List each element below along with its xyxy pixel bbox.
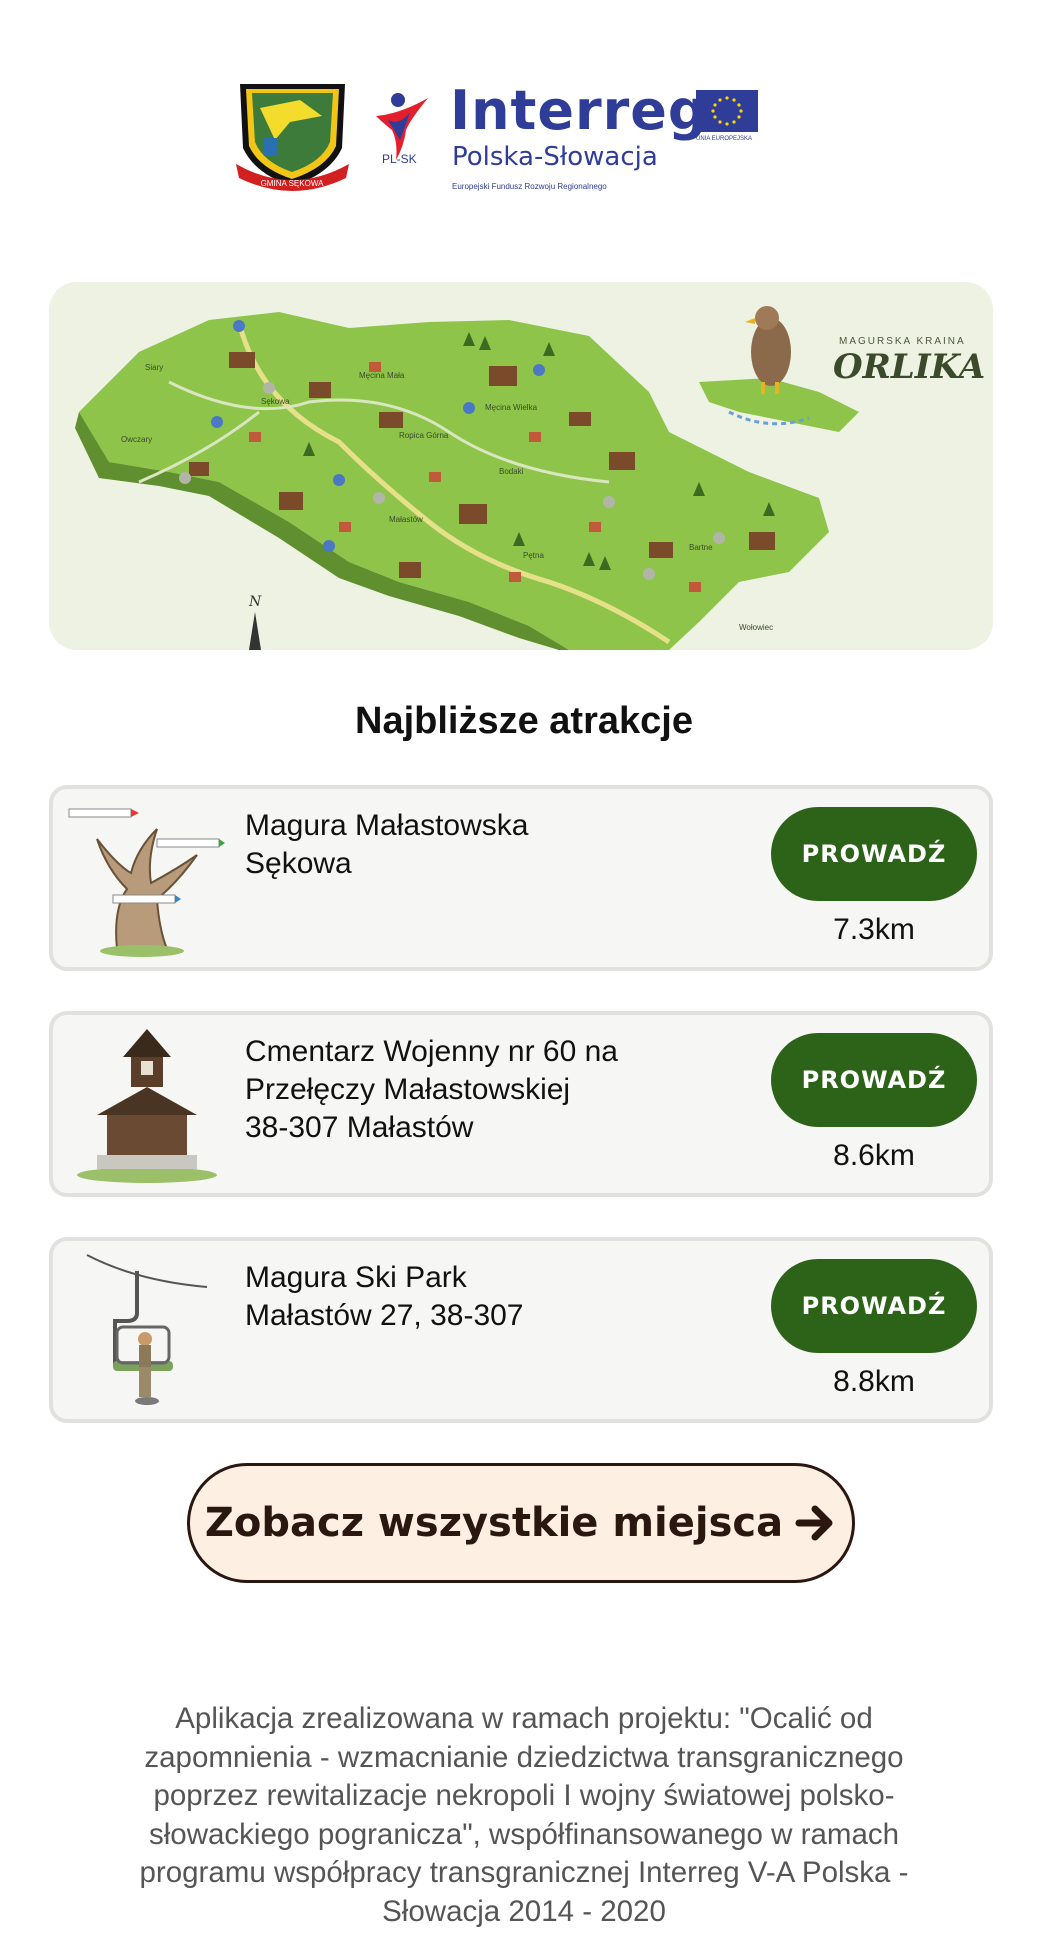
navigate-button[interactable]: PROWADŹ	[771, 1259, 977, 1353]
map-region-small: MAGURSKA KRAINA	[839, 336, 966, 347]
illustrated-map: Sękowa Męcina Mała Męcina Wielka Ropica …	[49, 282, 993, 650]
map-label-owczary: Owczary	[121, 435, 152, 444]
plsk-label: PL-SK	[382, 152, 417, 166]
chairlift-icon	[86, 1254, 208, 1405]
interreg-fund-text: Europejski Fundusz Rozwoju Regionalnego	[452, 182, 607, 191]
map-label-mecina-mala: Męcina Mała	[359, 371, 405, 380]
map-label-wolowiec: Wołowiec	[739, 623, 773, 632]
attraction-line: Magura Ski Park	[245, 1261, 467, 1294]
attraction-line: Przełęczy Małastowskiej	[245, 1073, 571, 1106]
distance-label: 7.3km	[833, 913, 915, 946]
attraction-name: Cmentarz Wojenny nr 60 na Przełęczy Mała…	[245, 1033, 705, 1147]
project-funding-footer: Aplikacja zrealizowana w ramach projektu…	[139, 1702, 909, 1928]
distance-label: 8.6km	[833, 1139, 915, 1172]
interreg-subtitle: Polska-Słowacja	[452, 142, 658, 172]
distance-label: 8.8km	[833, 1365, 915, 1398]
signpost-tree-icon	[68, 808, 225, 957]
attraction-card[interactable]: Cmentarz Wojenny nr 60 na Przełęczy Mała…	[49, 1011, 993, 1197]
arrow-right-icon	[795, 1505, 833, 1541]
attraction-name: Magura Małastowska Sękowa	[245, 807, 705, 883]
map-label-siary: Siary	[145, 363, 163, 372]
map-label-bartne: Bartne	[689, 543, 713, 552]
attraction-name: Magura Ski Park Małastów 27, 38-307	[245, 1259, 705, 1335]
see-all-places-button[interactable]: Zobacz wszystkie miejsca	[187, 1463, 855, 1583]
map-label-malastow: Małastów	[389, 515, 423, 524]
eu-label: UNIA EUROPEJSKA	[696, 136, 753, 142]
attraction-card[interactable]: Magura Ski Park Małastów 27, 38-307 PROW…	[49, 1237, 993, 1423]
map-label-ropica: Ropica Górna	[399, 431, 449, 440]
map-label-mecina-wielka: Męcina Wielka	[485, 403, 538, 412]
attraction-card[interactable]: Magura Małastowska Sękowa PROWADŹ 7.3km	[49, 785, 993, 971]
map-label-sekowa: Sękowa	[261, 397, 290, 406]
attraction-line: Cmentarz Wojenny nr 60 na	[245, 1035, 618, 1068]
compass-label: N	[248, 594, 262, 610]
region-map-image[interactable]: Sękowa Męcina Mała Męcina Wielka Ropica …	[49, 282, 993, 650]
gmina-crest-logo: GMINA SĘKOWA	[236, 84, 349, 191]
navigate-button[interactable]: PROWADŹ	[771, 1033, 977, 1127]
crest-text: GMINA SĘKOWA	[261, 179, 324, 188]
interreg-title: Interreg	[450, 79, 708, 142]
map-label-petna: Pętna	[523, 551, 544, 560]
map-region-big: ORLIKA	[833, 347, 985, 387]
attraction-line: Magura Małastowska	[245, 809, 529, 842]
navigate-button[interactable]: PROWADŹ	[771, 807, 977, 901]
attraction-line: Małastów 27, 38-307	[245, 1299, 524, 1332]
nearby-attractions-title: Najbliższe atrakcje	[355, 700, 693, 742]
attraction-line: Sękowa	[245, 847, 352, 880]
attraction-line: 38-307 Małastów	[245, 1111, 474, 1144]
header-logos: GMINA SĘKOWA PL-SK Interreg Polska-Słowa…	[230, 78, 770, 198]
eu-flag-icon	[696, 90, 758, 132]
wooden-chapel-icon	[77, 1029, 217, 1183]
see-all-label: Zobacz wszystkie miejsca	[204, 1500, 784, 1546]
map-label-bodaki: Bodaki	[499, 467, 524, 476]
